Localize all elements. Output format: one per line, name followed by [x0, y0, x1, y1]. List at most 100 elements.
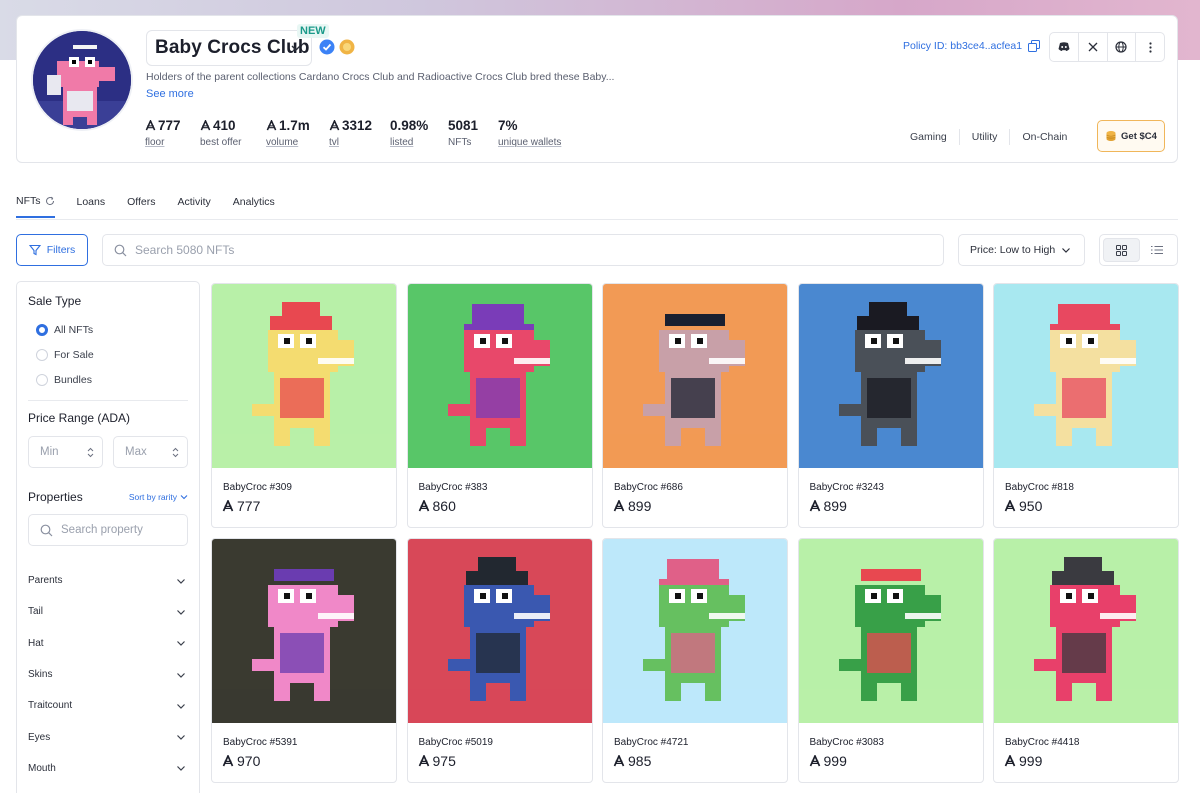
- price-max-placeholder: Max: [125, 446, 147, 458]
- nft-card[interactable]: BabyCroc #4418 999: [993, 538, 1179, 783]
- stat-volume: 1.7m volume: [266, 117, 329, 149]
- sort-select[interactable]: Price: Low to High: [958, 234, 1085, 266]
- nft-card[interactable]: BabyCroc #383 860: [406, 283, 593, 528]
- policy-id[interactable]: Policy ID: bb3ce4..acfea1: [903, 40, 1041, 52]
- ada-icon: [200, 119, 211, 130]
- property-parents[interactable]: Parents: [28, 565, 188, 596]
- nft-card[interactable]: BabyCroc #309 777: [211, 283, 397, 528]
- nft-card[interactable]: BabyCroc #3243 899: [797, 283, 984, 528]
- nft-image-frame: [603, 539, 787, 723]
- property-label: Mouth: [28, 762, 56, 774]
- property-eyes[interactable]: Eyes: [28, 721, 188, 752]
- tab-loans[interactable]: Loans: [77, 195, 106, 218]
- radio-unselected: [36, 373, 48, 386]
- tag-gaming[interactable]: Gaming: [910, 131, 947, 143]
- nft-image-frame: [994, 284, 1178, 468]
- copy-icon[interactable]: [1028, 40, 1041, 52]
- property-hat[interactable]: Hat: [28, 628, 188, 659]
- more-icon[interactable]: [1136, 33, 1164, 61]
- filters-button[interactable]: Filters: [16, 234, 88, 266]
- nft-price-value: 777: [237, 498, 261, 514]
- property-mouth[interactable]: Mouth: [28, 753, 188, 784]
- sale-type-option-all[interactable]: All NFTs: [36, 317, 188, 342]
- stat-label[interactable]: floor: [145, 137, 200, 148]
- nft-card[interactable]: BabyCroc #5019 975: [406, 538, 593, 783]
- coin-stack-icon: [1106, 131, 1116, 141]
- nft-name: BabyCroc #309: [223, 482, 292, 493]
- sort-label: Price: Low to High: [970, 244, 1056, 256]
- nft-name: BabyCroc #3083: [809, 737, 885, 748]
- stat-value: 5081: [448, 117, 498, 133]
- discord-icon[interactable]: [1050, 33, 1079, 61]
- tab-offers[interactable]: Offers: [127, 195, 155, 218]
- property-search[interactable]: Search property: [28, 514, 188, 546]
- filters-label: Filters: [46, 244, 76, 256]
- list-view-button[interactable]: [1140, 238, 1175, 262]
- radio-selected: [36, 323, 48, 336]
- nft-search-input[interactable]: [135, 243, 915, 257]
- property-list: Parents Tail Hat Skins Traitcount Eyes Mouth Cl…: [28, 565, 188, 793]
- property-skins[interactable]: Skins: [28, 659, 188, 690]
- globe-icon[interactable]: [1108, 33, 1137, 61]
- stat-label[interactable]: volume: [266, 137, 329, 148]
- property-tail[interactable]: Tail: [28, 596, 188, 627]
- nft-image-frame: [212, 284, 396, 468]
- refresh-icon[interactable]: [45, 196, 55, 206]
- tab-analytics[interactable]: Analytics: [233, 195, 275, 218]
- grid-icon: [1115, 244, 1127, 256]
- stat-unique-wallets: 7% unique wallets: [498, 117, 578, 149]
- chevron-down-icon: [180, 495, 188, 500]
- view-toggle: [1099, 234, 1178, 266]
- property-label: Hat: [28, 637, 44, 649]
- stat-value-text: 7%: [498, 117, 518, 133]
- sale-type-option-for-sale[interactable]: For Sale: [36, 342, 188, 367]
- property-clothes[interactable]: Clothes: [28, 784, 188, 793]
- stat-best-offer: 410 best offer: [200, 117, 266, 149]
- nft-price-value: 999: [823, 753, 847, 769]
- nft-card[interactable]: BabyCroc #818 950: [993, 283, 1179, 528]
- nft-card[interactable]: BabyCroc #686 899: [602, 283, 788, 528]
- nft-name: BabyCroc #4721: [614, 737, 689, 748]
- nft-price: 975: [418, 753, 456, 769]
- get-c4-button[interactable]: Get $C4: [1097, 120, 1165, 152]
- x-icon[interactable]: [1079, 33, 1108, 61]
- nft-price-value: 899: [823, 498, 847, 514]
- grid-view-button[interactable]: [1103, 238, 1140, 262]
- ada-icon: [809, 500, 820, 512]
- ada-icon: [222, 500, 234, 512]
- chevron-down-icon: [177, 672, 185, 678]
- property-traitcount[interactable]: Traitcount: [28, 690, 188, 721]
- nft-price: 899: [613, 498, 651, 514]
- price-min-input[interactable]: Min: [28, 436, 103, 468]
- property-label: Tail: [28, 606, 44, 618]
- price-max-input[interactable]: Max: [113, 436, 188, 468]
- stat-value: 1.7m: [266, 117, 329, 133]
- nft-image-frame: [603, 284, 787, 468]
- stepper-icon: [87, 447, 94, 457]
- tag-utility[interactable]: Utility: [972, 131, 998, 143]
- stat-label[interactable]: unique wallets: [498, 137, 578, 148]
- stat-label[interactable]: tvl: [329, 137, 390, 148]
- nft-card[interactable]: BabyCroc #5391 970: [211, 538, 397, 783]
- collection-title-dropdown[interactable]: Baby Crocs Club: [146, 30, 312, 66]
- sort-by-rarity[interactable]: Sort by rarity: [129, 492, 188, 502]
- nft-name: BabyCroc #4418: [1005, 737, 1080, 748]
- tag-on-chain[interactable]: On-Chain: [1022, 131, 1067, 143]
- tab-nfts[interactable]: NFTs: [16, 195, 55, 218]
- tabs-divider: [16, 219, 1178, 220]
- tab-activity[interactable]: Activity: [178, 195, 211, 218]
- sale-type-options: All NFTs For Sale Bundles: [28, 317, 188, 392]
- sale-type-title: Sale Type: [28, 294, 82, 308]
- nft-price-value: 950: [1019, 498, 1043, 514]
- nft-card[interactable]: BabyCroc #4721 985: [602, 538, 788, 783]
- stat-tvl: 3312 tvl: [329, 117, 390, 149]
- chevron-down-icon: [177, 610, 185, 615]
- sale-type-option-bundles[interactable]: Bundles: [36, 367, 188, 392]
- nft-price: 777: [222, 498, 260, 514]
- nft-card[interactable]: BabyCroc #3083 999: [797, 538, 984, 783]
- chevron-down-icon: [291, 45, 301, 51]
- properties-header: Properties Sort by rarity: [28, 490, 188, 504]
- stat-label[interactable]: listed: [390, 137, 448, 148]
- see-more-link[interactable]: See more: [146, 88, 194, 100]
- nft-price: 999: [809, 753, 847, 769]
